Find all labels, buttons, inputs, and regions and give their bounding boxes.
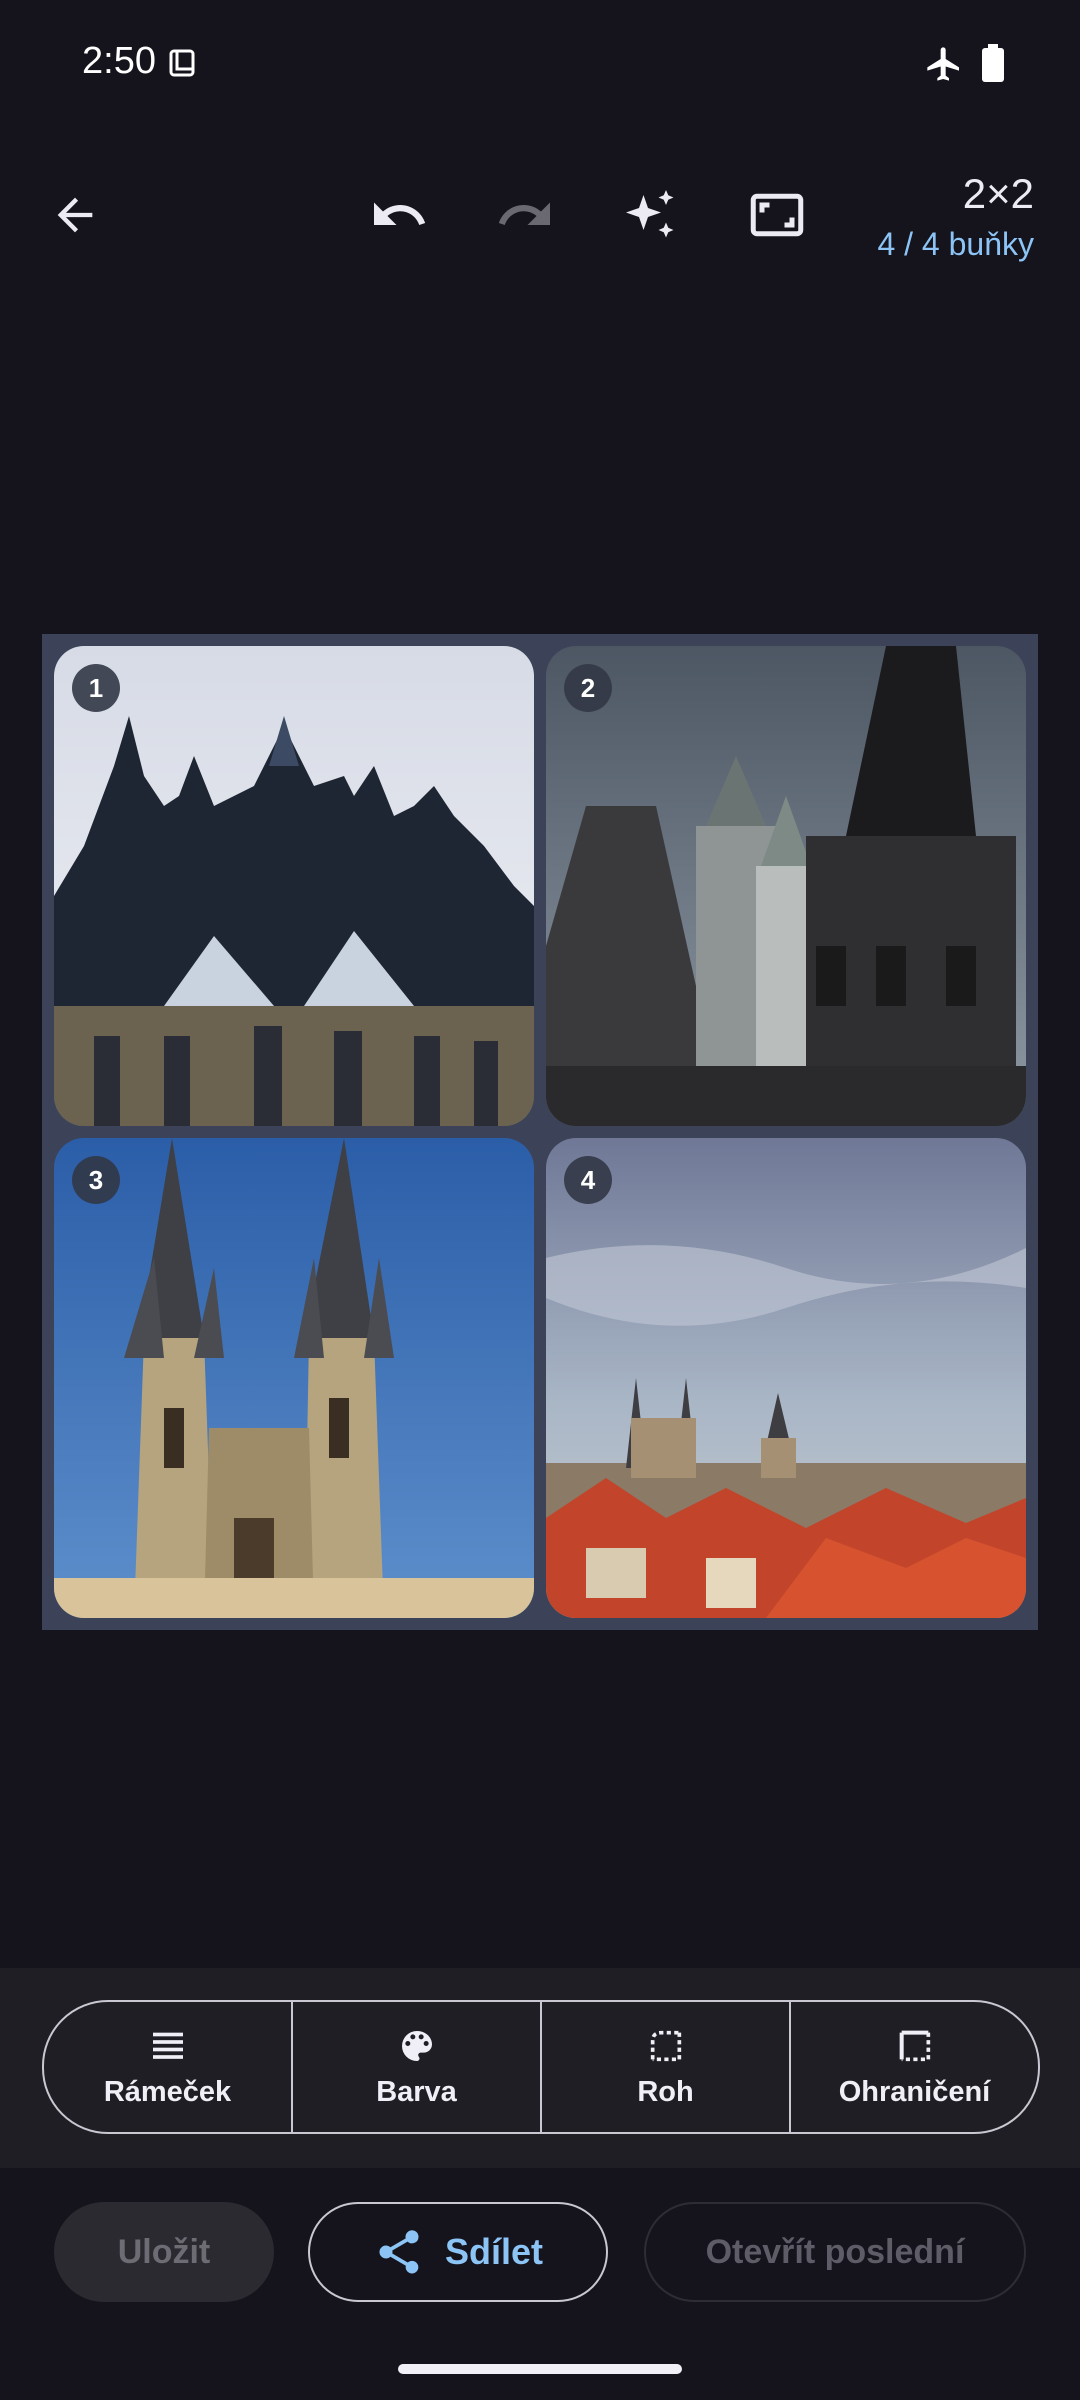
cell-number-badge: 1: [72, 664, 120, 712]
rounded-corner-icon: [650, 2030, 681, 2061]
grid-size-label[interactable]: 2×2: [963, 170, 1034, 218]
sparkle-icon: [626, 190, 674, 238]
bridge-tower-photo: [546, 646, 1026, 1126]
redo-icon: [498, 202, 550, 225]
border-style-icon: [899, 2030, 930, 2061]
save-button[interactable]: Uložit: [54, 2202, 274, 2302]
border-option[interactable]: Ohraničení: [791, 2002, 1038, 2132]
color-option[interactable]: Barva: [293, 2002, 542, 2132]
aspect-ratio-button[interactable]: [744, 182, 810, 248]
back-arrow-icon: [57, 197, 93, 233]
collage-canvas: 1 2 3 4: [42, 634, 1038, 1630]
cell-number-badge: 3: [72, 1156, 120, 1204]
share-button[interactable]: Sdílet: [308, 2202, 608, 2302]
old-town-rooftops-photo: [546, 1138, 1026, 1618]
home-indicator[interactable]: [398, 2364, 682, 2374]
status-bar: 2:50: [0, 0, 1080, 128]
undo-icon: [374, 202, 426, 225]
cell-number-badge: 4: [564, 1156, 612, 1204]
aspect-ratio-icon: [750, 193, 804, 237]
cathedral-photo: [54, 646, 534, 1126]
palette-icon: [401, 2030, 432, 2061]
frame-option[interactable]: Rámeček: [44, 2002, 293, 2132]
frame-lines-icon: [152, 2032, 183, 2059]
open-last-button[interactable]: Otevřít poslední: [644, 2202, 1026, 2302]
options-segmented-control: Rámeček Barva Roh Ohraničení: [42, 2000, 1040, 2134]
magic-button[interactable]: [618, 182, 684, 248]
corner-option-label: Roh: [637, 2075, 694, 2108]
sim-card-icon: [169, 49, 195, 77]
back-button[interactable]: [42, 182, 108, 248]
corner-option[interactable]: Roh: [542, 2002, 791, 2132]
tyn-church-photo: [54, 1138, 534, 1618]
cells-count-label: 4 / 4 buňky: [877, 226, 1034, 262]
top-toolbar: 2×2 4 / 4 buňky: [0, 150, 1080, 280]
collage-cell-4[interactable]: 4: [546, 1138, 1026, 1618]
undo-button[interactable]: [366, 182, 432, 248]
redo-button[interactable]: [492, 182, 558, 248]
share-button-label: Sdílet: [444, 2231, 543, 2272]
collage-cell-1[interactable]: 1: [54, 646, 534, 1126]
airplane-mode-icon: [927, 47, 959, 81]
cell-number-badge: 2: [564, 664, 612, 712]
collage-cell-2[interactable]: 2: [546, 646, 1026, 1126]
border-option-label: Ohraničení: [838, 2075, 991, 2108]
collage-cell-3[interactable]: 3: [54, 1138, 534, 1618]
frame-option-label: Rámeček: [103, 2075, 232, 2108]
color-option-label: Barva: [376, 2075, 457, 2108]
battery-icon: [982, 44, 1004, 82]
options-panel: Rámeček Barva Roh Ohraničení: [0, 1968, 1080, 2168]
status-time: 2:50: [82, 40, 156, 82]
share-icon: [379, 2230, 419, 2274]
